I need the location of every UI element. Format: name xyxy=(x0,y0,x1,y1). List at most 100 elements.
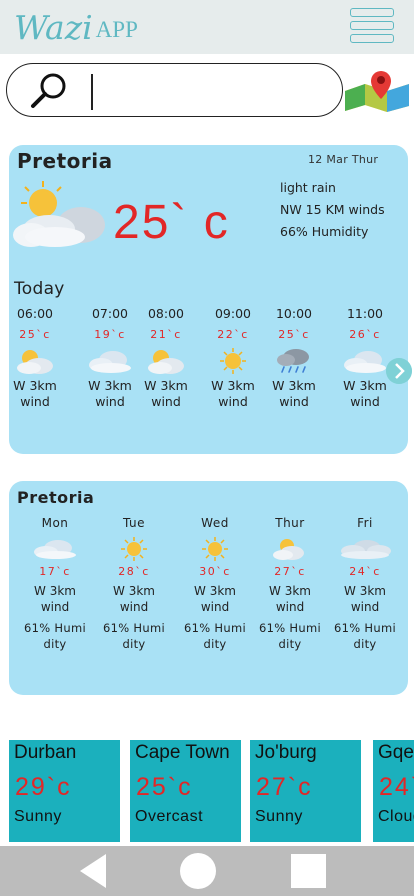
text-caret xyxy=(91,74,93,110)
hour-item: 06:00 25`c W 3km wind xyxy=(5,305,65,410)
search-bar[interactable] xyxy=(6,63,343,117)
day-temp: 17`c xyxy=(39,565,71,578)
current-details: light rain NW 15 KM winds 66% Humidity xyxy=(280,177,385,243)
weekly-forecast-card: Pretoria Mon 17`c W 3km wind 61% Humidit… xyxy=(9,481,408,695)
day-wind: W 3km wind xyxy=(269,584,311,614)
back-triangle-icon[interactable] xyxy=(80,854,106,888)
day-wind: W 3km wind xyxy=(113,584,155,614)
current-date: 12 Mar Thur xyxy=(308,153,379,166)
day-name: Tue xyxy=(123,516,145,530)
today-label: Today xyxy=(14,279,65,299)
condition-text: light rain xyxy=(280,180,336,195)
logo-app-text: APP xyxy=(95,17,138,42)
recents-square-icon[interactable] xyxy=(291,854,326,888)
hour-item: 09:00 22`c W 3km wind xyxy=(203,305,263,410)
day-name: Fri xyxy=(357,516,373,530)
tile-condition: Sunny xyxy=(255,808,303,825)
cloud-icon xyxy=(34,540,76,559)
cloud-icon xyxy=(341,540,391,559)
current-weather-card: Pretoria 12 Mar Thur 25` c light rain NW… xyxy=(9,145,412,454)
day-humidity: 61% Humidity xyxy=(259,621,321,651)
tile-condition: Overcast xyxy=(135,808,204,825)
hour-temp: 19`c xyxy=(94,328,126,341)
current-temperature: 25` c xyxy=(113,196,230,249)
weekly-city-name: Pretoria xyxy=(17,488,95,507)
menu-bar xyxy=(350,34,394,43)
hour-time: 06:00 xyxy=(16,306,54,321)
day-humidity: 61% Humidity xyxy=(103,621,165,651)
sun-cloud-icon xyxy=(148,350,184,374)
day-item[interactable]: Fri 24`c W 3km wind 61% Humidity xyxy=(333,515,397,652)
day-temp: 28`c xyxy=(118,565,150,578)
city-tile-cape-town[interactable]: Cape Town 25`c Overcast xyxy=(130,740,241,842)
tile-city-name: Durban xyxy=(14,742,77,763)
day-item[interactable]: Mon 17`c W 3km wind 61% Humidity xyxy=(23,515,87,652)
map-pin-icon[interactable] xyxy=(343,67,411,113)
sun-icon xyxy=(220,348,246,374)
rain-cloud-icon xyxy=(277,349,309,373)
day-name: Mon xyxy=(41,516,69,530)
day-temp: 27`c xyxy=(274,565,306,578)
hour-wind: W 3km wind xyxy=(211,378,255,409)
city-tiles-row: Durban 29`c Sunny Cape Town 25`c Overcas… xyxy=(0,740,414,842)
day-humidity: 61% Humidity xyxy=(334,621,396,651)
hour-time: 08:00 xyxy=(147,306,185,321)
search-icon[interactable] xyxy=(29,72,69,110)
hour-item: 10:00 25`c W 3km wind xyxy=(264,305,324,410)
hour-temp: 26`c xyxy=(349,328,381,341)
hour-time: 07:00 xyxy=(91,306,129,321)
app-header: Wazi APP xyxy=(0,0,414,54)
day-temp: 30`c xyxy=(199,565,231,578)
tile-temp: 27`c xyxy=(256,773,313,801)
hour-wind: W 3km wind xyxy=(13,378,57,409)
hamburger-menu-icon[interactable] xyxy=(350,8,394,44)
hour-temp: 25`c xyxy=(278,328,310,341)
city-tile-gqeberha[interactable]: Gqeberha 24`c Cloudy xyxy=(373,740,414,842)
day-wind: W 3km wind xyxy=(344,584,386,614)
hour-item: 07:00 19`c W 3km wind xyxy=(80,305,140,410)
sun-cloud-icon xyxy=(13,181,105,247)
hour-time: 11:00 xyxy=(346,306,384,321)
tile-condition: Sunny xyxy=(14,808,62,825)
cloud-icon xyxy=(89,351,131,373)
sun-cloud-icon xyxy=(17,350,53,374)
weather-app-screen: Wazi APP Pretoria 12 Mar Thur 25` c ligh… xyxy=(0,0,414,896)
menu-bar xyxy=(350,8,394,17)
tile-temp: 25`c xyxy=(136,773,193,801)
hour-temp: 21`c xyxy=(150,328,182,341)
day-humidity: 61% Humidity xyxy=(184,621,246,651)
hour-wind: W 3km wind xyxy=(88,378,132,409)
home-circle-icon[interactable] xyxy=(180,853,216,889)
chevron-right-icon[interactable] xyxy=(386,358,412,384)
city-tile-joburg[interactable]: Jo'burg 27`c Sunny xyxy=(250,740,361,842)
tile-city-name: Gqeberha xyxy=(378,742,414,763)
tile-temp: 29`c xyxy=(15,773,72,801)
city-tile-durban[interactable]: Durban 29`c Sunny xyxy=(9,740,120,842)
hour-item: 08:00 21`c W 3km wind xyxy=(136,305,196,410)
search-input[interactable] xyxy=(97,70,327,110)
tile-city-name: Jo'burg xyxy=(255,742,317,763)
hour-temp: 22`c xyxy=(217,328,249,341)
day-item[interactable]: Wed 30`c W 3km wind 61% Humidity xyxy=(183,515,247,652)
hourly-forecast[interactable]: 06:00 25`c W 3km wind 07:00 19`c W 3km w… xyxy=(9,305,408,415)
sun-cloud-icon xyxy=(273,539,304,560)
current-city-name: Pretoria xyxy=(17,149,113,173)
app-logo[interactable]: Wazi APP xyxy=(14,4,138,50)
tile-condition: Cloudy xyxy=(378,808,414,825)
day-name: Thur xyxy=(275,516,305,530)
menu-bar xyxy=(350,21,394,30)
hour-time: 09:00 xyxy=(214,306,252,321)
day-item[interactable]: Tue 28`c W 3km wind 61% Humidity xyxy=(102,515,166,652)
hour-temp: 25`c xyxy=(19,328,51,341)
day-temp: 24`c xyxy=(349,565,381,578)
day-wind: W 3km wind xyxy=(34,584,76,614)
sun-icon xyxy=(202,537,228,561)
hour-wind: W 3km wind xyxy=(272,378,316,409)
hour-time: 10:00 xyxy=(275,306,313,321)
day-item[interactable]: Thur 27`c W 3km wind 61% Humidity xyxy=(258,515,322,652)
hour-wind: W 3km wind xyxy=(144,378,188,409)
humidity-text: 66% Humidity xyxy=(280,224,369,239)
hour-item: 11:00 26`c W 3km wind xyxy=(335,305,395,410)
sun-icon xyxy=(121,537,147,561)
system-nav-bar xyxy=(0,846,414,896)
